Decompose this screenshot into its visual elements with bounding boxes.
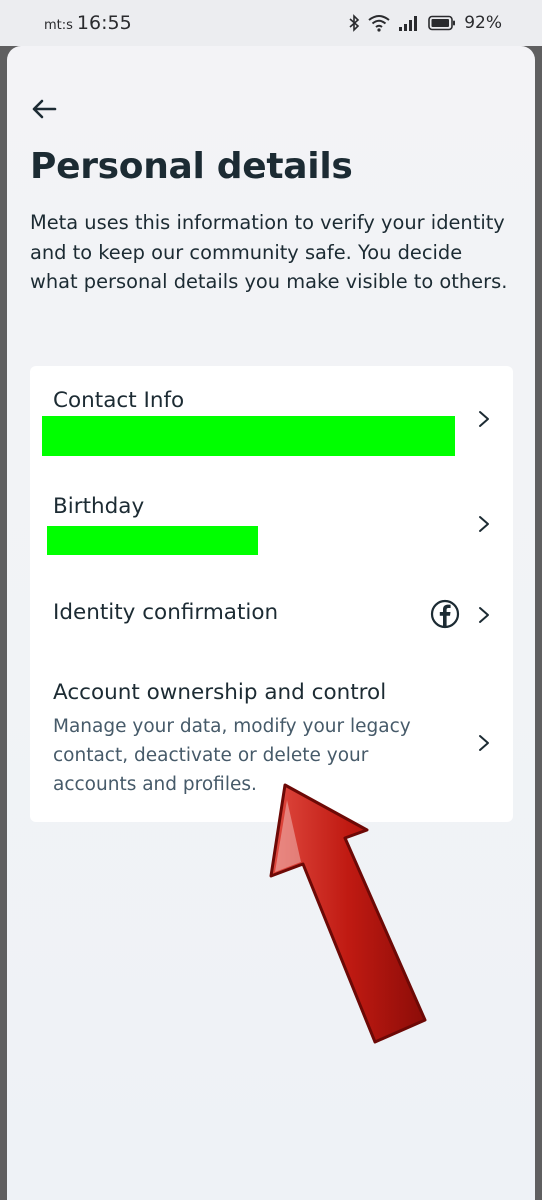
clock: 16:55 xyxy=(76,12,132,34)
birthday-label: Birthday xyxy=(53,494,145,519)
facebook-icon xyxy=(430,599,460,629)
chevron-right-icon xyxy=(479,411,489,427)
back-button[interactable] xyxy=(29,94,59,124)
account-ownership-label: Account ownership and control xyxy=(53,680,387,705)
arrow-left-icon xyxy=(32,99,57,119)
chevron-right-icon xyxy=(479,516,489,532)
page-description: Meta uses this information to verify you… xyxy=(30,211,508,293)
battery-percentage: 92% xyxy=(464,13,502,33)
identity-confirmation-label: Identity confirmation xyxy=(53,600,279,625)
birthday-row[interactable]: Birthday xyxy=(30,472,513,578)
status-bar: mt:s 16:55 92% xyxy=(0,0,542,46)
contact-info-label: Contact Info xyxy=(53,388,185,413)
bluetooth-icon xyxy=(348,14,360,32)
contact-info-row[interactable]: Contact Info xyxy=(30,366,513,472)
details-card: Contact Info Birthday Identity confirmat… xyxy=(30,366,513,822)
chevron-right-icon xyxy=(479,735,489,751)
status-left: mt:s 16:55 xyxy=(44,12,132,34)
redacted-birthday-value xyxy=(47,526,258,555)
signal-icon xyxy=(398,14,420,32)
status-right: 92% xyxy=(348,13,502,33)
annotation-arrow xyxy=(269,783,427,1044)
redacted-contact-value xyxy=(42,416,455,456)
battery-icon xyxy=(428,15,456,31)
wifi-icon xyxy=(368,14,390,32)
carrier-label: mt:s xyxy=(44,18,73,33)
chevron-right-icon xyxy=(479,607,489,623)
page-title: Personal details xyxy=(30,146,353,187)
identity-confirmation-row[interactable]: Identity confirmation xyxy=(30,578,513,668)
